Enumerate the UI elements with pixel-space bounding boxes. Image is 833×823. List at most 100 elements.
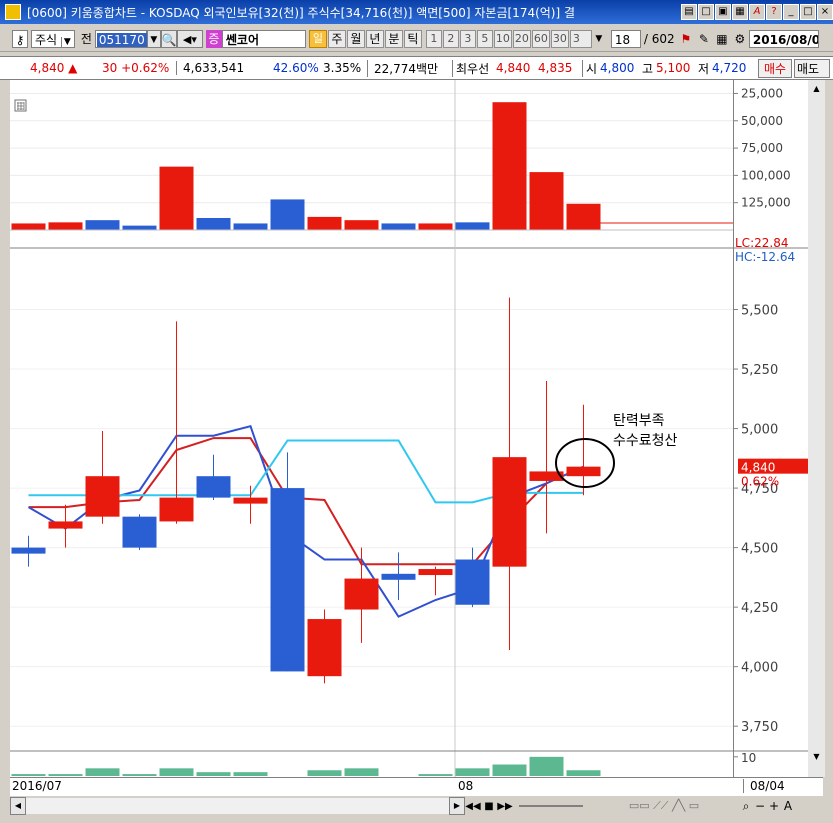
candle-body — [196, 476, 231, 498]
period-month[interactable]: 월 — [346, 30, 365, 48]
scroll-down-icon[interactable]: ▼ — [810, 752, 823, 762]
period-minute[interactable]: 분 — [384, 30, 403, 48]
search-icon[interactable]: 🔍 — [160, 30, 177, 48]
candle-body — [159, 497, 194, 522]
candle-body — [233, 497, 268, 504]
window-icon[interactable]: □ — [698, 4, 714, 20]
tick-btn-3[interactable]: 3 — [459, 30, 476, 48]
period-day[interactable]: 일 — [308, 30, 327, 48]
turnover-rate: 3.35% — [323, 61, 362, 75]
stock-code-input[interactable]: 051170 — [94, 30, 147, 48]
help-icon[interactable]: ? — [766, 4, 782, 20]
scroll-up-icon[interactable]: ▲ — [810, 84, 823, 94]
period-week[interactable]: 주 — [327, 30, 346, 48]
chart-canvas[interactable]: 탄력부족 수수료청산 — [10, 80, 733, 777]
volume-bar — [85, 220, 120, 230]
tick-custom-input[interactable]: 3 — [569, 30, 592, 48]
total-count: / 602 — [643, 32, 675, 46]
candle-body — [48, 521, 83, 529]
sub-bar — [492, 764, 527, 776]
tick-dropdown-icon[interactable]: ▼ — [593, 30, 605, 48]
tick-btn-30[interactable]: 30 — [550, 30, 569, 48]
sell-button[interactable]: 매도 — [794, 58, 830, 78]
sub-bar — [122, 774, 157, 776]
volume-tick-label: 100,000 — [741, 168, 791, 182]
volume-bar — [529, 172, 564, 230]
print-icon[interactable]: ▦ — [713, 30, 731, 48]
period-year[interactable]: 년 — [365, 30, 384, 48]
candle-body — [492, 457, 527, 567]
stop-icon[interactable]: ■ — [481, 801, 497, 812]
chart-tool-icon[interactable]: ✎ — [695, 30, 713, 48]
maximize-button[interactable]: □ — [800, 4, 816, 20]
volume-bar — [196, 217, 231, 230]
buy-button[interactable]: 매수 — [758, 58, 792, 78]
scroll-right-icon[interactable]: ▶ — [449, 797, 465, 815]
minimize-button[interactable]: _ — [783, 4, 799, 20]
forward-icon[interactable]: ▶▶ — [497, 801, 513, 812]
font-icon[interactable]: A — [749, 4, 765, 20]
volume-bar — [233, 223, 268, 230]
volume-bar — [307, 216, 342, 230]
speaker-icon[interactable]: ◀▾ — [176, 30, 203, 48]
drawing-tools-icon[interactable]: ▭▭ ⟋⟋ ╱╲ ▭ — [589, 799, 739, 813]
volume-bar — [159, 166, 194, 230]
zoom-icon[interactable]: ⌕ — [739, 799, 753, 814]
market-select[interactable]: 주식 ▼ — [31, 30, 75, 48]
close-button[interactable]: × — [817, 4, 833, 20]
date-axis: 2016/07 08 08/04 — [10, 777, 823, 796]
annotation-circle — [555, 438, 615, 488]
period-tick[interactable]: 틱 — [403, 30, 422, 48]
tick-btn-2[interactable]: 2 — [442, 30, 459, 48]
tick-btn-1[interactable]: 1 — [425, 30, 442, 48]
price-tick-label: 5,250 — [741, 363, 778, 378]
tick-btn-5[interactable]: 5 — [476, 30, 493, 48]
sub-tick-label: 10 — [741, 751, 756, 765]
jeung-badge: 증 — [205, 30, 222, 48]
plus-icon[interactable]: + — [767, 799, 781, 813]
stock-code-value: 051170 — [96, 33, 147, 47]
candle-body — [307, 619, 342, 677]
minus-icon[interactable]: − — [753, 799, 767, 813]
stock-name: 쎈코어 — [221, 30, 306, 48]
zoom-slider[interactable] — [519, 805, 583, 807]
count-input[interactable]: 18 — [610, 30, 641, 48]
price-scale[interactable]: 125,000 100,000 75,000 50,000 25,000 3,750 4,… — [733, 80, 808, 777]
vertical-scrollbar[interactable]: ▲ ▼ — [808, 80, 825, 777]
navigation-bar: ◀ ▶ ◀◀ ■ ▶▶ ▭▭ ⟋⟋ ╱╲ ▭ ⌕ − + A — [10, 796, 823, 816]
sub-bar — [529, 756, 564, 776]
tick-btn-20[interactable]: 20 — [512, 30, 531, 48]
candle-body — [270, 488, 305, 672]
flag-icon[interactable]: ⚑ — [677, 30, 695, 48]
window-title: [0600] 키움종합차트 - KOSDAQ 외국인보유[32(천)] 주식수[… — [27, 5, 576, 20]
price-tick-label: 5,000 — [741, 423, 778, 438]
price-info-bar: 4,840 ▲ 30 +0.62% 4,633,541 42.60% 3.35%… — [0, 56, 833, 80]
sub-bar — [344, 768, 379, 776]
code-dropdown-icon[interactable]: ▼ — [146, 30, 161, 48]
high-label: 고 — [642, 61, 654, 76]
annotation-line1: 탄력부족 — [613, 413, 665, 429]
rewind-icon[interactable]: ◀◀ — [465, 801, 481, 812]
tick-btn-60[interactable]: 60 — [531, 30, 550, 48]
current-price: 4,840 ▲ — [30, 61, 78, 75]
tick-btn-10[interactable]: 10 — [493, 30, 512, 48]
date-start: 2016/07 — [12, 779, 62, 793]
title-bar: [0600] 키움종합차트 - KOSDAQ 외국인보유[32(천)] 주식수[… — [0, 0, 833, 24]
price-change: 30 +0.62% — [102, 61, 170, 75]
sub-bar — [85, 768, 120, 776]
gear-icon[interactable]: ⚙ — [731, 30, 749, 48]
save-icon[interactable]: ▦ — [732, 4, 748, 20]
chevron-down-icon: ▼ — [60, 37, 71, 47]
candle-body — [455, 559, 490, 605]
price-tick-label: 3,750 — [741, 720, 778, 735]
sub-bar — [159, 768, 194, 776]
layout-icon[interactable]: ▤ — [681, 4, 697, 20]
tile-icon[interactable]: ▣ — [715, 4, 731, 20]
horizontal-scrollbar[interactable] — [26, 798, 449, 814]
date-input[interactable]: 2016/08/0 — [748, 30, 819, 48]
scroll-left-icon[interactable]: ◀ — [10, 797, 26, 815]
font-a-icon[interactable]: A — [781, 799, 795, 813]
low-label: 저 — [698, 61, 710, 76]
lock-icon[interactable]: ⚷ — [12, 30, 28, 48]
open-price: 4,800 — [600, 61, 635, 75]
